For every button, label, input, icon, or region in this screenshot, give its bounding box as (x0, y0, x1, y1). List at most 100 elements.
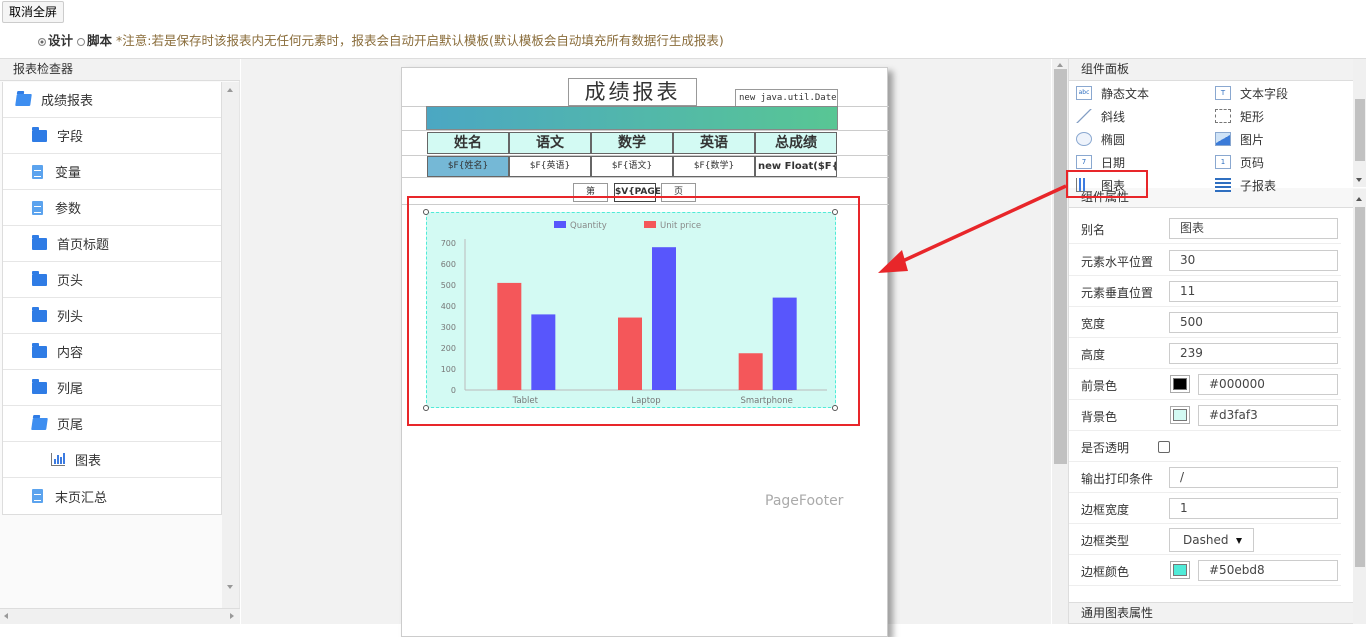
column-header-cell[interactable]: 语文 (509, 132, 591, 154)
component-item[interactable]: abc 静态文本 (1076, 84, 1149, 102)
tree-item-label: 字段 (57, 130, 84, 145)
component-label: 图片 (1240, 132, 1265, 147)
component-label: 椭圆 (1101, 132, 1126, 147)
component-label: 日期 (1101, 155, 1126, 170)
background-input[interactable]: #d3faf3 (1198, 405, 1338, 426)
tree-item[interactable]: 页尾 (3, 406, 221, 442)
component-label: 文本字段 (1240, 86, 1289, 101)
band-line (402, 130, 889, 131)
header-gradient-bar[interactable] (426, 106, 838, 130)
date-field[interactable]: new java.util.Date() (735, 89, 838, 107)
report-title[interactable]: 成绩报表 (568, 78, 697, 106)
component-item[interactable]: T 文本字段 (1215, 84, 1288, 102)
component-item[interactable]: 斜线 (1076, 107, 1125, 125)
height-input[interactable]: 239 (1169, 343, 1338, 364)
component-label: 页码 (1240, 155, 1265, 170)
tree-item[interactable]: 列尾 (3, 370, 221, 406)
width-label: 宽度 (1081, 317, 1106, 331)
field-cell[interactable]: $F{姓名} (427, 156, 509, 177)
tree-item-label: 首页标题 (57, 238, 110, 253)
alias-input[interactable]: 图表 (1169, 218, 1338, 239)
design-radio[interactable] (38, 37, 46, 46)
border-color-input[interactable]: #50ebd8 (1198, 560, 1338, 581)
y-position-input[interactable]: 11 (1169, 281, 1338, 302)
file-icon (32, 200, 43, 215)
inspector-tree: 成绩报表字段变量参数首页标题页头 列头 内容列尾页尾图表 末页汇总 (2, 82, 222, 515)
design-label[interactable]: 设计 (48, 33, 73, 48)
tree-item[interactable]: 内容 (3, 334, 221, 370)
folder-icon (32, 306, 47, 322)
tree-item[interactable]: 图表 (3, 442, 221, 478)
folder-icon (32, 234, 47, 250)
border-width-input[interactable]: 1 (1169, 498, 1338, 519)
inspector-hscrollbar[interactable] (0, 608, 240, 624)
inspector-scrollbar[interactable] (222, 82, 239, 609)
folder-icon (32, 126, 47, 142)
folder-open-icon (15, 93, 32, 106)
component-item[interactable]: 1 页码 (1215, 153, 1264, 171)
tree-item-label: 成绩报表 (41, 94, 94, 109)
field-cell[interactable]: $F{语文} (591, 156, 673, 177)
field-cell[interactable]: $F{数学} (673, 156, 755, 177)
notice-text: *注意:若是保存时该报表内无任何元素时，报表会自动开启默认模板(默认模板会自动填… (116, 33, 724, 48)
component-item[interactable]: 矩形 (1215, 107, 1264, 125)
chevron-down-icon (1236, 538, 1242, 544)
foreground-input[interactable]: #000000 (1198, 374, 1338, 395)
component-item[interactable]: 子报表 (1215, 176, 1276, 194)
chart-icon (51, 453, 65, 466)
transparent-label: 是否透明 (1081, 441, 1130, 455)
x-position-input[interactable]: 30 (1169, 250, 1338, 271)
tree-item[interactable]: 成绩报表 (3, 82, 221, 118)
foreground-swatch[interactable] (1170, 375, 1190, 393)
transparent-checkbox[interactable] (1158, 441, 1170, 453)
folder-open-icon (31, 417, 48, 430)
component-item[interactable]: 椭圆 (1076, 130, 1125, 148)
canvas-scrollbar[interactable] (1052, 59, 1069, 624)
highlight-box-component (1066, 170, 1148, 198)
component-item[interactable]: 7 日期 (1076, 153, 1125, 171)
ellipse-icon (1076, 132, 1092, 146)
folder-icon (32, 342, 47, 358)
border-type-select[interactable]: Dashed (1169, 528, 1254, 552)
border-width-label: 边框宽度 (1081, 503, 1130, 517)
component-scrollbar[interactable] (1353, 59, 1366, 187)
component-label: 静态文本 (1101, 86, 1150, 101)
script-radio[interactable] (77, 37, 85, 46)
tree-item-label: 列尾 (57, 382, 84, 397)
component-item[interactable]: 图片 (1215, 130, 1264, 148)
background-label: 背景色 (1081, 410, 1118, 424)
component-label: 矩形 (1240, 109, 1265, 124)
tree-item-label: 变量 (55, 166, 82, 181)
column-header-cell[interactable]: 英语 (673, 132, 755, 154)
script-label[interactable]: 脚本 (87, 33, 112, 48)
tree-item[interactable]: 列头 (3, 298, 221, 334)
tree-item-label: 页尾 (57, 418, 84, 433)
height-label: 高度 (1081, 348, 1106, 362)
general-chart-props-title: 通用图表属性 (1069, 602, 1366, 624)
page-footer-label: PageFooter (765, 493, 844, 509)
tree-item[interactable]: 页头 (3, 262, 221, 298)
column-header-cell[interactable]: 总成绩 (755, 132, 837, 154)
column-header-cell[interactable]: 数学 (591, 132, 673, 154)
tree-item[interactable]: 参数 (3, 190, 221, 226)
column-header-cell[interactable]: 姓名 (427, 132, 509, 154)
static-text-icon: abc (1076, 86, 1092, 100)
field-cell[interactable]: new Float($F{语 (755, 156, 837, 177)
tree-item[interactable]: 首页标题 (3, 226, 221, 262)
background-swatch[interactable] (1170, 406, 1190, 424)
tree-item[interactable]: 字段 (3, 118, 221, 154)
border-color-swatch[interactable] (1170, 561, 1190, 579)
tree-item[interactable]: 末页汇总 (3, 478, 221, 514)
component-panel: 组件面板 组件属性 别名 图表 元素水平位置 30 元素垂直位置 11 宽度 500 高… (1068, 59, 1366, 624)
width-input[interactable]: 500 (1169, 312, 1338, 333)
exit-fullscreen-button[interactable]: 取消全屏 (2, 1, 65, 23)
report-inspector-panel: 报表检查器 成绩报表 字段 变量 参数 首页标题 页头 列头 内容 列尾 页尾 图表 末页汇总 (0, 59, 240, 624)
field-cell[interactable]: $F{英语} (509, 156, 591, 177)
date-icon: 7 (1076, 155, 1092, 169)
border-color-label: 边框颜色 (1081, 565, 1130, 579)
tree-item[interactable]: 变量 (3, 154, 221, 190)
print-condition-input[interactable]: / (1169, 467, 1338, 488)
property-scrollbar[interactable] (1353, 189, 1366, 624)
component-panel-title: 组件面板 (1069, 59, 1366, 81)
border-type-label: 边框类型 (1081, 534, 1130, 548)
